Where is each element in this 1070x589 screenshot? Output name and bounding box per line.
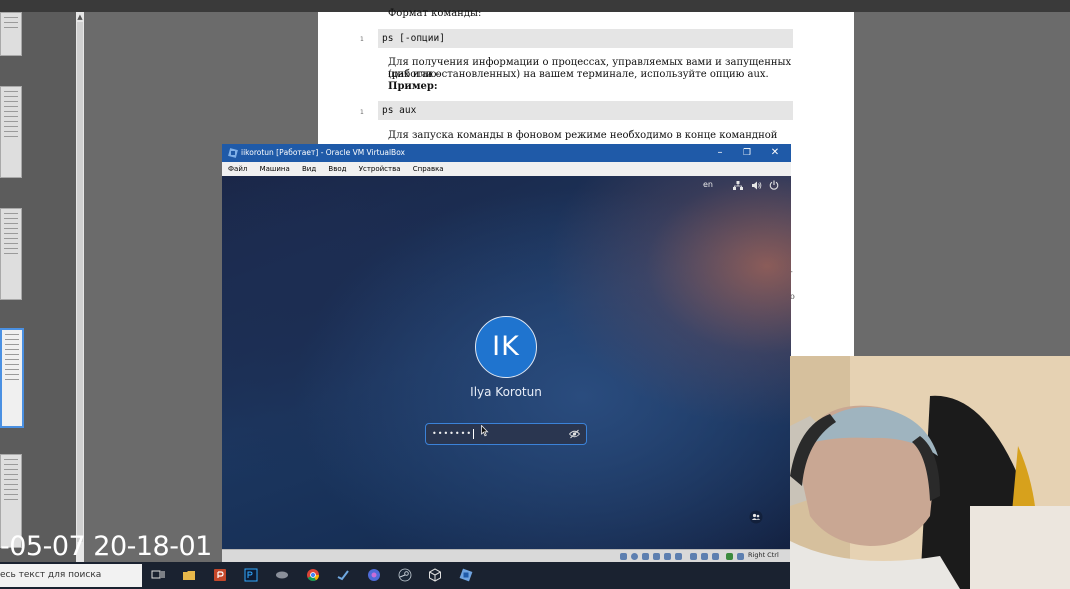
cpu-activity-icon[interactable] — [726, 553, 733, 560]
minimize-icon[interactable]: – — [706, 144, 734, 162]
text-caret — [473, 428, 475, 439]
network-adapter-icon[interactable] — [653, 553, 660, 560]
file-explorer-icon[interactable] — [182, 568, 196, 582]
page-thumbnail-selected[interactable] — [0, 328, 24, 428]
guest-additions-icon[interactable] — [712, 553, 719, 560]
timestamp-overlay: -05-07 20-18-01 — [0, 531, 212, 562]
vbox-status-bar: Right Ctrl — [222, 549, 791, 563]
app-icon[interactable] — [367, 568, 381, 582]
optical-drive-icon[interactable] — [631, 553, 638, 560]
scrollbar-thumb[interactable] — [77, 22, 83, 542]
doc-example-label: Пример: — [388, 81, 438, 92]
password-field[interactable]: ••••••• — [425, 423, 587, 445]
photoshop-icon[interactable] — [244, 568, 258, 582]
volume-icon[interactable] — [752, 181, 762, 190]
menu-devices[interactable]: Устройства — [359, 162, 401, 176]
display-icon[interactable] — [690, 553, 697, 560]
keyboard-language[interactable]: en — [703, 180, 713, 189]
shared-folders-icon[interactable] — [675, 553, 682, 560]
window-title: iikorotun [Работает] - Oracle VM Virtual… — [241, 148, 406, 157]
page-thumbnails-pane — [0, 12, 76, 562]
task-view-icon[interactable] — [151, 568, 165, 582]
virtualbox-window: iikorotun [Работает] - Oracle VM Virtual… — [222, 144, 791, 563]
network-icon[interactable] — [733, 181, 743, 190]
powerpoint-icon[interactable] — [213, 568, 227, 582]
page-thumbnail[interactable] — [0, 86, 22, 178]
menu-machine[interactable]: Машина — [260, 162, 290, 176]
host-key-label: Right Ctrl — [748, 551, 779, 559]
doc-paragraph-line: щих или остановленных) на вашем терминал… — [388, 69, 769, 80]
user-avatar[interactable]: IK — [475, 316, 537, 378]
scroll-up-arrow-icon[interactable]: ▲ — [76, 12, 84, 22]
maximize-icon[interactable]: ❐ — [733, 144, 761, 162]
menu-bar: Файл Машина Вид Ввод Устройства Справка — [222, 162, 791, 176]
video-capture-icon[interactable] — [701, 553, 708, 560]
password-mask: ••••••• — [432, 429, 473, 438]
taskbar: есь текст для поиска — [0, 562, 790, 589]
vm-login-screen: en IK Ilya Korotun ••••••• — [222, 176, 791, 549]
menu-file[interactable]: Файл — [228, 162, 247, 176]
mouse-integration-icon[interactable] — [737, 553, 744, 560]
code-block-ps-aux: ps aux — [378, 101, 793, 120]
menu-help[interactable]: Справка — [413, 162, 444, 176]
chrome-icon[interactable] — [306, 568, 320, 582]
menu-view[interactable]: Вид — [302, 162, 316, 176]
doc-line-format: Формат команды: — [388, 8, 482, 19]
power-icon[interactable] — [769, 180, 779, 190]
menu-input[interactable]: Ввод — [328, 162, 346, 176]
audio-icon[interactable] — [642, 553, 649, 560]
steam-icon[interactable] — [398, 568, 412, 582]
page-thumbnail[interactable] — [0, 208, 22, 300]
user-name: Ilya Korotun — [470, 385, 542, 399]
virtualbox-icon[interactable] — [459, 568, 473, 582]
mouse-cursor-icon — [481, 425, 489, 437]
hard-disk-icon[interactable] — [620, 553, 627, 560]
eye-hidden-icon[interactable] — [569, 429, 580, 439]
thumbnails-scrollbar[interactable]: ▲ — [76, 12, 84, 562]
usb-icon[interactable] — [664, 553, 671, 560]
app-icon[interactable] — [275, 568, 289, 582]
app-icon[interactable] — [336, 568, 350, 582]
code-line-number: 1 — [360, 109, 364, 116]
user-switch-icon[interactable] — [749, 510, 763, 524]
code-line-number: 1 — [360, 36, 364, 43]
webcam-person-image — [790, 356, 1070, 589]
page-thumbnail[interactable] — [0, 12, 22, 56]
taskbar-search-box[interactable]: есь текст для поиска — [0, 564, 142, 587]
window-titlebar[interactable]: iikorotun [Работает] - Oracle VM Virtual… — [222, 144, 791, 162]
code-block-ps-options: ps [-опции] — [378, 29, 793, 48]
webcam-overlay — [790, 356, 1070, 589]
vbox-app-icon — [228, 148, 238, 158]
app-icon[interactable] — [428, 568, 442, 582]
close-icon[interactable]: ✕ — [761, 144, 789, 162]
